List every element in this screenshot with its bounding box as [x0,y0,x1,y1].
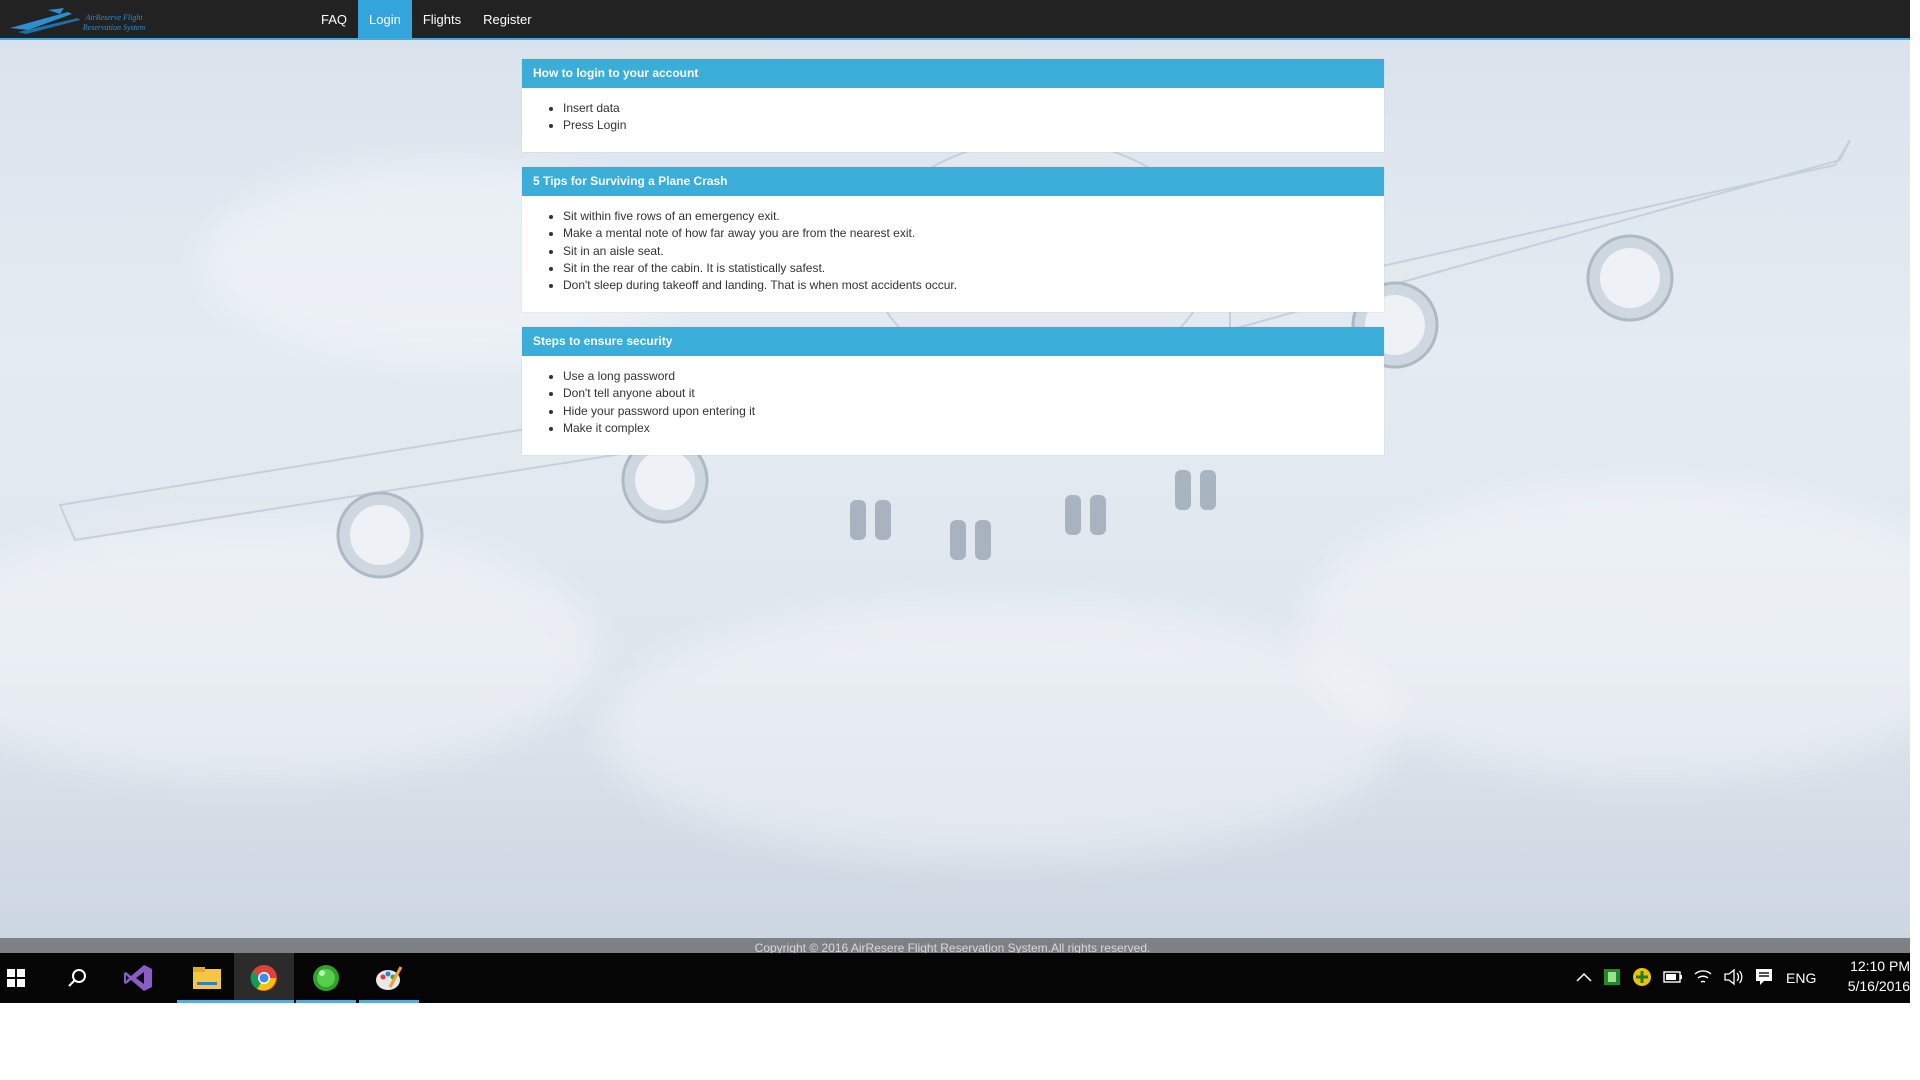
security-steps-panel: Steps to ensure security Use a long pass… [522,327,1384,455]
input-language-indicator[interactable]: ENG [1786,970,1816,986]
brand-name: AirReserve Flight Reservation System [82,13,146,32]
file-explorer-button[interactable] [177,953,237,1003]
search-icon [68,969,86,987]
main-content: How to login to your account Insert data… [522,59,1384,470]
list-item: Use a long password [563,368,1384,385]
instruction-list: Insert data Press Login [563,100,1384,135]
green-orb-icon [313,965,339,991]
clock-date[interactable]: 5/16/2016 [1820,978,1910,994]
security-list: Use a long password Don't tell anyone ab… [563,368,1384,437]
visual-studio-icon [124,965,152,991]
panel-body: Insert data Press Login [522,88,1384,152]
visual-studio-button[interactable] [108,953,168,1003]
crash-tips-panel: 5 Tips for Surviving a Plane Crash Sit w… [522,167,1384,312]
list-item: Make a mental note of how far away you a… [563,225,1384,242]
list-item: Don't tell anyone about it [563,385,1384,402]
plus-badge-icon[interactable] [1632,965,1652,989]
paint-button[interactable] [359,953,419,1003]
start-button[interactable] [0,953,32,1003]
login-help-panel: How to login to your account Insert data… [522,59,1384,152]
wifi-icon[interactable] [1692,965,1714,989]
list-item: Hide your password upon entering it [563,403,1384,420]
nav-item-faq[interactable]: FAQ [310,0,358,38]
green-tray-icon[interactable] [1602,965,1622,989]
list-item: Sit in the rear of the cabin. It is stat… [563,260,1384,277]
tips-list: Sit within five rows of an emergency exi… [563,208,1384,294]
green-app-button[interactable] [296,953,356,1003]
windows-logo-icon [7,969,25,987]
browser-viewport: AirReserve Flight Reservation System FAQ… [0,0,1920,1003]
panel-title: Steps to ensure security [522,327,1384,356]
list-item: Make it complex [563,420,1384,437]
chevron-up-icon[interactable] [1575,965,1593,989]
nav-item-register[interactable]: Register [472,0,542,38]
screen-edge [1910,0,1920,1003]
panel-title: 5 Tips for Surviving a Plane Crash [522,167,1384,196]
list-item: Sit in an aisle seat. [563,243,1384,260]
panel-title: How to login to your account [522,59,1384,88]
list-item: Don't sleep during takeoff and landing. … [563,277,1384,294]
battery-icon[interactable] [1662,965,1684,989]
volume-icon[interactable] [1722,965,1744,989]
top-navbar: AirReserve Flight Reservation System FAQ… [0,0,1920,40]
paint-palette-icon [376,966,403,990]
chrome-button[interactable] [234,953,294,1003]
clock-time[interactable]: 12:10 PM [1820,958,1910,974]
search-button[interactable] [47,953,107,1003]
action-center-icon[interactable] [1753,965,1775,989]
list-item: Press Login [563,117,1384,134]
list-item: Sit within five rows of an emergency exi… [563,208,1384,225]
list-item: Insert data [563,100,1384,117]
panel-body: Sit within five rows of an emergency exi… [522,196,1384,312]
panel-body: Use a long password Don't tell anyone ab… [522,356,1384,455]
main-nav-menu: FAQ Login Flights Register [310,0,543,38]
brand-logo[interactable]: AirReserve Flight Reservation System [8,6,148,34]
folder-icon [193,967,221,989]
nav-item-login[interactable]: Login [358,0,412,38]
nav-item-flights[interactable]: Flights [412,0,472,38]
chrome-icon [250,965,277,991]
